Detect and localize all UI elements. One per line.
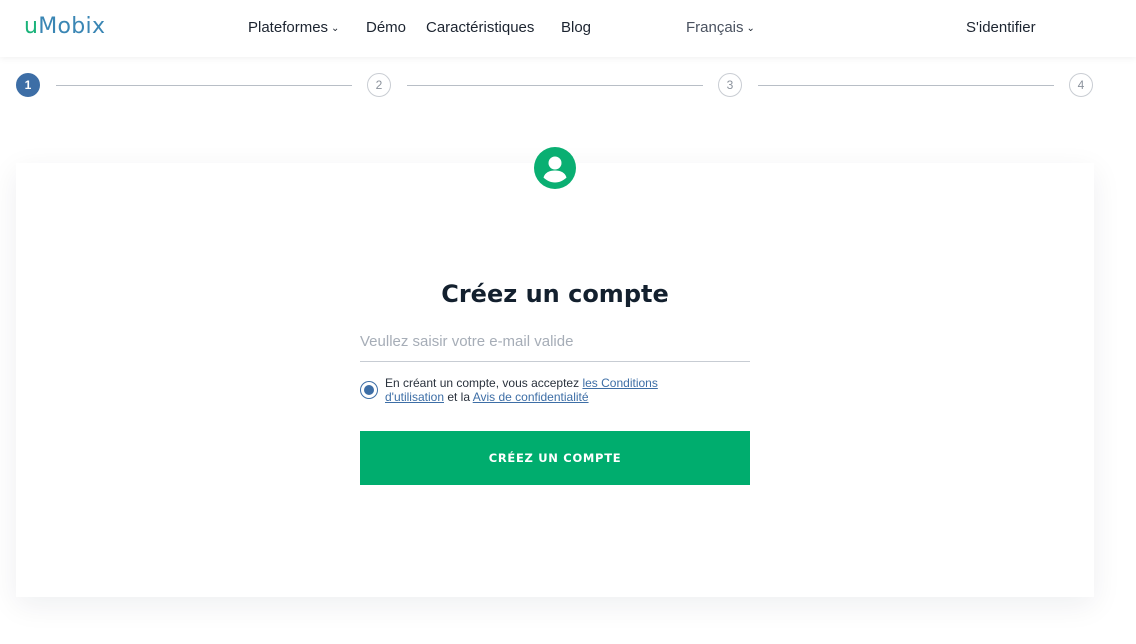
create-account-button[interactable]: CRÉEZ UN COMPTE	[360, 431, 750, 485]
nav-demo-link[interactable]: Démo	[366, 18, 406, 38]
chevron-down-icon: ⌄	[746, 23, 755, 34]
page-title: Créez un compte	[441, 280, 669, 308]
step-connector	[56, 85, 352, 86]
step-2: 2	[367, 73, 391, 97]
consent-radio[interactable]	[360, 381, 378, 399]
nav-features-link[interactable]: Caractéristiques	[426, 18, 534, 38]
email-input[interactable]	[360, 322, 750, 362]
step-4: 4	[1069, 73, 1093, 97]
nav-platforms-dropdown[interactable]: Plateformes ⌄	[248, 18, 339, 39]
step-3: 3	[718, 73, 742, 97]
nav-platforms-label: Plateformes	[248, 19, 329, 36]
step-connector	[758, 85, 1054, 86]
chevron-down-icon: ⌄	[331, 23, 340, 34]
consent-text: En créant un compte, vous acceptez les C…	[385, 376, 658, 404]
umobix-logo[interactable]: uMobix	[24, 14, 105, 40]
privacy-link[interactable]: Avis de confidentialité	[473, 390, 589, 404]
user-circle-icon	[534, 147, 576, 189]
step-1: 1	[16, 73, 40, 97]
signup-stepper: 1 2 3 4	[0, 72, 1136, 100]
nav-blog-link[interactable]: Blog	[561, 18, 591, 38]
site-header: uMobix Plateformes ⌄ Démo Caractéristique…	[0, 0, 1136, 57]
login-link[interactable]: S'identifier	[966, 18, 1036, 38]
language-label: Français	[686, 19, 744, 36]
language-selector[interactable]: Français ⌄	[686, 18, 755, 39]
step-connector	[407, 85, 703, 86]
